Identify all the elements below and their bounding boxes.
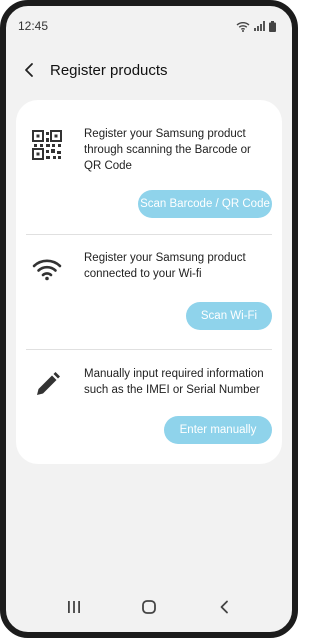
divider	[26, 234, 272, 235]
option-description: Register your Samsung product connected …	[84, 252, 246, 280]
status-time: 12:45	[18, 19, 49, 33]
wifi-icon	[30, 252, 64, 286]
recent-apps-button[interactable]	[54, 592, 94, 622]
phone-frame: 12:45 Register products Register your Sa…	[0, 0, 298, 638]
option-scan-code: Register your Samsung product through sc…	[26, 120, 272, 220]
home-icon	[142, 600, 156, 614]
divider	[26, 349, 272, 350]
status-bar: 12:45	[6, 6, 292, 46]
option-description: Manually input required information such…	[84, 368, 264, 396]
scan-code-button[interactable]: Scan Barcode / QR Code	[138, 190, 272, 218]
page-title: Register products	[50, 61, 168, 79]
qr-code-icon	[30, 128, 64, 162]
wifi-icon	[236, 21, 250, 32]
home-button[interactable]	[129, 592, 169, 622]
recent-apps-icon	[67, 601, 80, 613]
status-icons	[236, 20, 276, 32]
signal-icon	[254, 21, 265, 31]
nav-back-button[interactable]	[204, 592, 244, 622]
back-arrow-icon	[25, 63, 33, 77]
back-icon	[220, 600, 229, 614]
options-card: Register your Samsung product through sc…	[16, 100, 282, 464]
pencil-icon	[30, 368, 64, 402]
navigation-bar	[6, 592, 292, 622]
scan-wifi-button[interactable]: Scan Wi-Fi	[186, 302, 272, 330]
enter-manually-button[interactable]: Enter manually	[164, 416, 272, 444]
app-bar: Register products	[6, 50, 292, 90]
option-enter-manually: Manually input required information such…	[26, 366, 272, 456]
battery-icon	[269, 20, 276, 32]
back-button[interactable]	[10, 50, 48, 90]
option-description: Register your Samsung product through sc…	[84, 128, 251, 172]
option-scan-wifi: Register your Samsung product connected …	[26, 248, 272, 338]
